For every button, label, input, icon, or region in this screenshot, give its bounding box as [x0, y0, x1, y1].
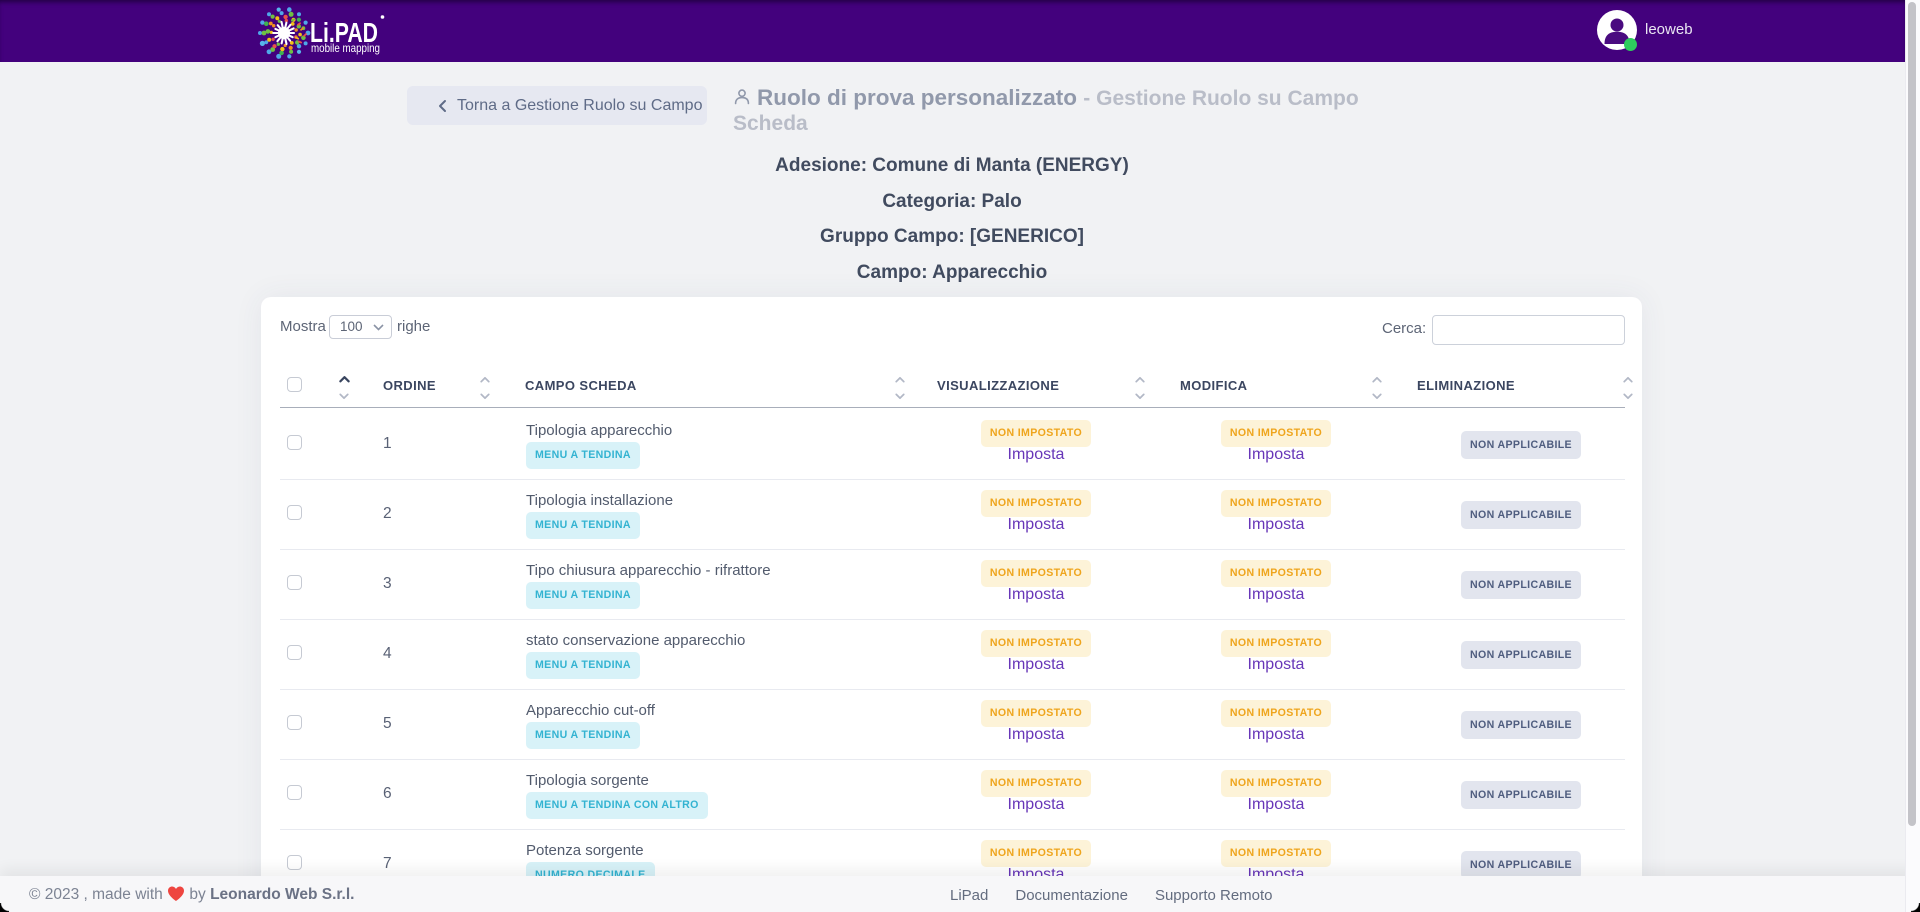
svg-text:mobile mapping: mobile mapping — [311, 41, 380, 55]
